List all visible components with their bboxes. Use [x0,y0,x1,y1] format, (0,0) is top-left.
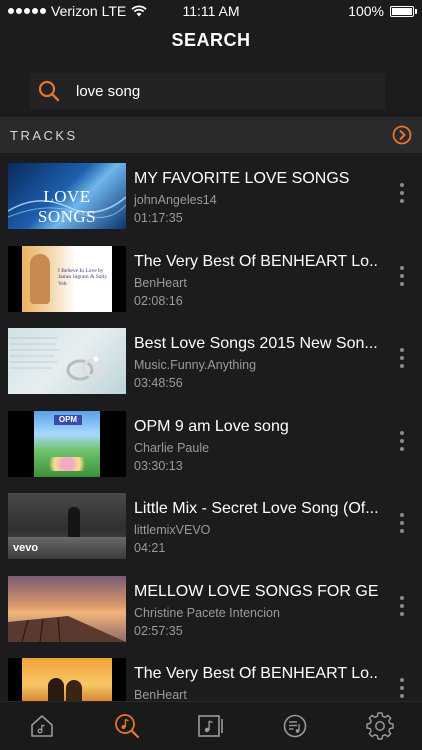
more-options-icon[interactable] [400,430,404,451]
more-options-icon[interactable] [400,348,404,368]
track-row[interactable]: OPM OPM 9 am Love song Charlie Paule 03:… [0,401,422,484]
chevron-right-circle-icon[interactable] [392,125,412,145]
more-options-icon[interactable] [400,183,404,203]
track-title: The Very Best Of BENHEART Lo... [134,252,379,270]
more-options-icon[interactable] [400,513,404,533]
tracks-section-header: TRACKS [0,117,422,153]
home-icon[interactable] [28,712,56,740]
track-duration: 03:30:13 [134,458,183,473]
carrier-group: Verizon LTE [8,3,147,19]
track-channel: littlemixVEVO [134,523,211,537]
track-row[interactable]: MELLOW LOVE SONGS FOR GE... Christine Pa… [0,566,422,649]
tab-home[interactable] [22,706,62,746]
tab-playlist[interactable] [275,706,315,746]
track-thumbnail: I Believe In Love by James Ingram & Sall… [8,245,126,312]
track-thumbnail [8,575,126,642]
track-channel: Charlie Paule [134,440,210,455]
battery-icon [390,5,417,17]
track-thumbnail: LOVE SONGS [8,163,126,229]
settings-gear-icon[interactable] [366,712,394,740]
track-title: OPM 9 am Love song [134,417,289,435]
battery-percentage: 100% [348,3,384,19]
track-row[interactable]: I Believe In Love by James Ingram & Sall… [0,236,422,319]
thumbnail-text: LOVE SONGS [37,187,97,226]
track-row[interactable]: Best Love Songs 2015 New Son... Music.Fu… [0,318,422,401]
track-row[interactable]: The Very Best Of BENHEART Lo... BenHeart [0,648,422,703]
search-bar[interactable] [30,73,385,109]
track-title: MELLOW LOVE SONGS FOR GE... [134,582,379,600]
track-thumbnail: OPM [8,410,126,477]
track-title: MY FAVORITE LOVE SONGS [134,170,350,187]
signal-strength-icon [8,8,46,14]
track-channel: johnAngeles14 [134,193,217,207]
more-options-icon[interactable] [400,265,404,286]
track-duration: 02:57:35 [134,623,183,638]
track-list: LOVE SONGS MY FAVORITE LOVE SONGS johnAn… [0,153,422,703]
track-channel: BenHeart [134,688,187,702]
track-row[interactable]: vevo Little Mix - Secret Love Song (Of..… [0,483,422,566]
more-options-icon[interactable] [400,678,404,698]
battery-group: 100% [348,3,417,19]
track-duration: 03:48:56 [134,376,183,390]
page-title: SEARCH [171,30,251,50]
carrier-label: Verizon LTE [51,3,127,19]
more-options-icon[interactable] [400,595,404,616]
wifi-icon [131,5,147,17]
search-music-icon[interactable] [113,712,141,740]
tab-library[interactable] [191,706,231,746]
tab-bar [0,701,422,750]
track-thumbnail [8,658,126,703]
track-thumbnail [8,328,126,394]
track-channel: BenHeart [134,275,187,290]
track-row[interactable]: LOVE SONGS MY FAVORITE LOVE SONGS johnAn… [0,153,422,236]
tab-settings[interactable] [360,706,400,746]
playlist-icon[interactable] [281,712,309,740]
track-duration: 01:17:35 [134,211,183,225]
music-library-icon[interactable] [196,712,226,740]
search-icon[interactable] [38,80,60,102]
track-title: Little Mix - Secret Love Song (Of... [134,500,379,517]
search-input[interactable] [74,81,368,101]
section-label: TRACKS [10,127,78,143]
track-title: Best Love Songs 2015 New Son... [134,335,378,352]
thumbnail-text: OPM [58,414,78,424]
track-channel: Music.Funny.Anything [134,358,257,372]
track-duration: 04:21 [134,541,166,555]
status-bar: Verizon LTE 11:11 AM 100% [0,0,422,22]
track-title: The Very Best Of BENHEART Lo... [134,665,379,682]
track-thumbnail: vevo [8,493,126,559]
track-channel: Christine Pacete Intencion [134,605,280,620]
track-duration: 02:08:16 [134,293,183,308]
thumbnail-text: I Believe In Love by James Ingram & Sall… [58,267,108,287]
tab-search[interactable] [107,706,147,746]
vevo-logo: vevo [13,542,39,554]
